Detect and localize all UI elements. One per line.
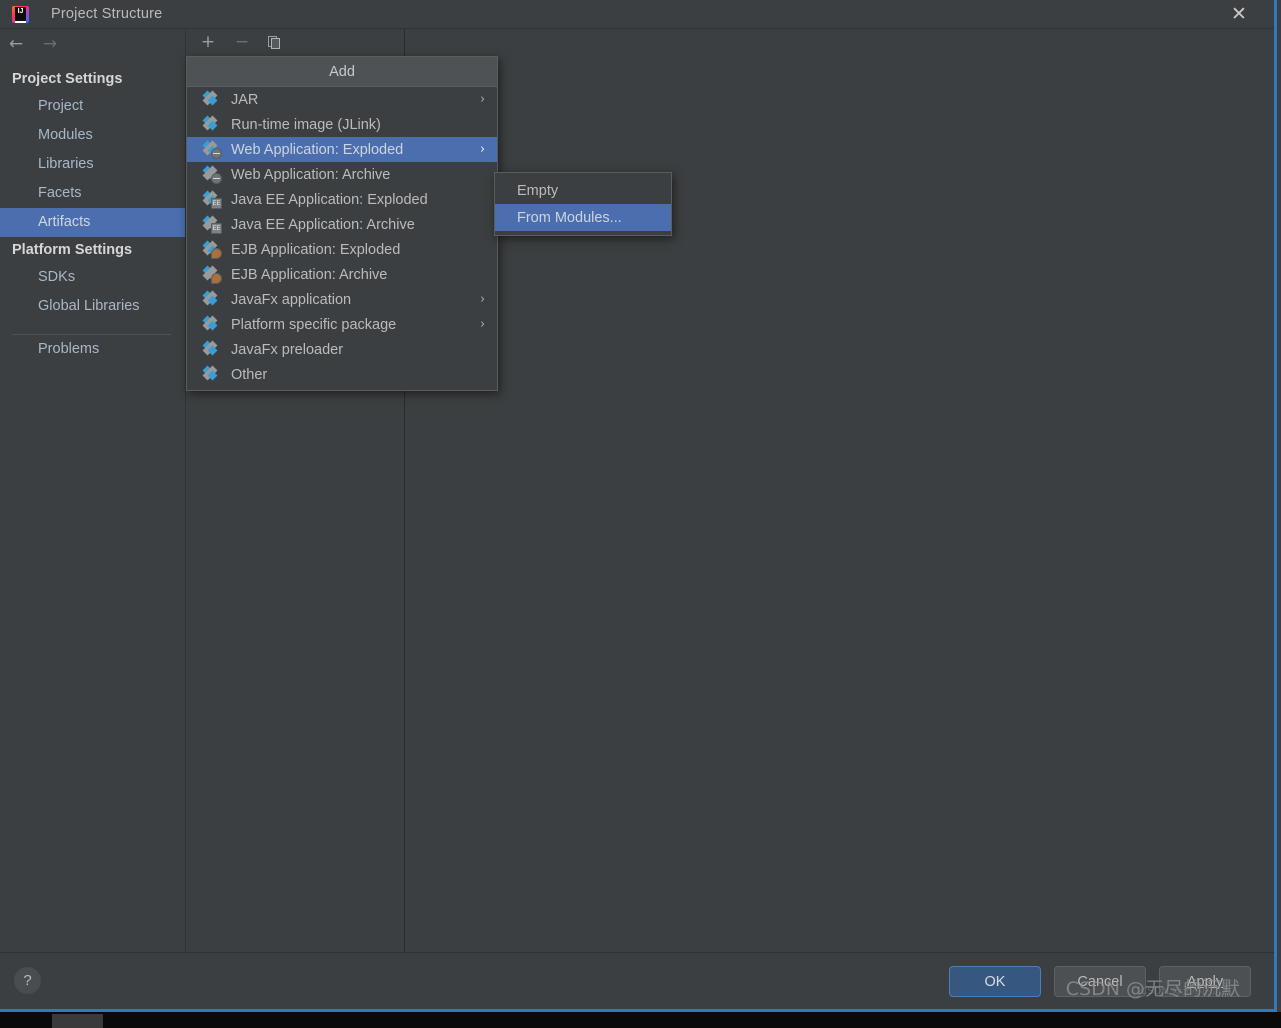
copy-artifact-icon[interactable] [268,35,281,50]
menu-item-ejb-application-archive[interactable]: EJB Application: Archive [187,262,497,287]
apply-button[interactable]: Apply [1159,966,1251,997]
remove-artifact-icon[interactable]: − [234,34,250,51]
intellij-idea-logo-icon [12,5,29,23]
help-icon[interactable]: ? [14,967,41,994]
sidebar-group-platform-settings: Platform Settings [12,242,133,258]
dialog-button-bar: OK Cancel Apply [949,966,1251,997]
sidebar-item-artifacts[interactable]: Artifacts [0,208,185,237]
menu-item-label: Web Application: Exploded [231,141,404,158]
taskbar-item[interactable] [52,1014,103,1028]
artifact-javafx-icon [202,290,220,307]
settings-tree: Project Settings Project Modules Librari… [0,58,185,364]
chevron-right-icon: › [480,292,485,307]
artifact-ejb-icon [202,240,222,259]
menu-item-label: Java EE Application: Exploded [231,191,428,208]
menu-item-javafx-preloader[interactable]: JavaFx preloader [187,337,497,362]
artifact-javaee-icon: EE [202,215,222,234]
sidebar-item-modules[interactable]: Modules [0,121,185,150]
copy-icon-front-sheet [271,37,280,49]
menu-item-java-ee-application-exploded[interactable]: EE Java EE Application: Exploded [187,187,497,212]
sidebar-item-facets[interactable]: Facets [0,179,185,208]
add-menu-header: Add [187,57,497,87]
artifact-detail-panel [405,29,1274,952]
taskbar [0,1012,1281,1028]
artifacts-toolbar: + − [186,29,404,57]
dialog-footer: ? OK Cancel Apply CSDN @无尽的沉默 CSDN @无尽的沉… [0,952,1274,1009]
menu-item-label: Platform specific package [231,316,397,333]
add-artifact-menu: Add JAR › Run-time image (JLink) Web App… [186,56,498,391]
dialog-title: Project Structure [51,6,163,22]
menu-item-java-ee-application-archive[interactable]: EE Java EE Application: Archive [187,212,497,237]
chevron-right-icon: › [480,317,485,332]
chevron-right-icon: › [480,142,485,157]
artifact-platform-icon [202,315,220,332]
apply-button-label: Apply [1186,973,1224,990]
menu-item-platform-specific-package[interactable]: Platform specific package › [187,312,497,337]
sidebar-group-project-settings: Project Settings [12,71,123,87]
artifact-web-icon [202,165,222,184]
artifact-javaee-icon: EE [202,190,222,209]
menu-item-javafx-application[interactable]: JavaFx application › [187,287,497,312]
menu-item-label: Run-time image (JLink) [231,116,381,133]
add-artifact-icon[interactable]: + [200,34,216,51]
menu-item-other[interactable]: Other [187,362,497,387]
sidebar-item-sdks[interactable]: SDKs [0,263,185,292]
settings-sidebar: ← → Project Settings Project Modules Lib… [0,29,186,952]
sidebar-item-global-libraries[interactable]: Global Libraries [0,292,185,321]
cancel-button[interactable]: Cancel [1054,966,1146,997]
back-arrow-icon[interactable]: ← [6,34,26,54]
menu-item-label: JavaFx preloader [231,341,344,358]
sidebar-item-libraries[interactable]: Libraries [0,150,185,179]
menu-item-label: Web Application: Archive [231,166,391,183]
web-application-exploded-submenu: Empty From Modules... [494,172,672,236]
submenu-item-from-modules[interactable]: From Modules... [495,204,671,231]
artifact-ejb-icon [202,265,222,284]
artifact-other-icon [202,365,220,382]
artifact-jar-icon [202,90,220,107]
ok-button[interactable]: OK [949,966,1041,997]
navigation-bar: ← → [0,29,185,58]
menu-item-ejb-application-exploded[interactable]: EJB Application: Exploded [187,237,497,262]
menu-item-label: EJB Application: Archive [231,266,388,283]
menu-item-web-application-exploded[interactable]: Web Application: Exploded › [187,137,497,162]
sidebar-item-problems[interactable]: Problems [0,335,185,364]
menu-item-web-application-archive[interactable]: Web Application: Archive [187,162,497,187]
artifact-web-icon [202,140,222,159]
menu-item-jar[interactable]: JAR › [187,87,497,112]
menu-item-runtime-image[interactable]: Run-time image (JLink) [187,112,497,137]
chevron-right-icon: › [480,92,485,107]
menu-item-label: Java EE Application: Archive [231,216,415,233]
artifact-preloader-icon [202,340,220,357]
artifact-runtime-icon [202,115,220,132]
project-structure-dialog: Project Structure ✕ ← → Project Settings… [0,0,1277,1012]
menu-item-label: JAR [231,91,259,108]
menu-item-label: Other [231,366,268,383]
menu-item-label: EJB Application: Exploded [231,241,401,258]
menu-item-label: JavaFx application [231,291,352,308]
sidebar-item-project[interactable]: Project [0,92,185,121]
close-icon[interactable]: ✕ [1224,0,1254,28]
submenu-item-empty[interactable]: Empty [495,177,671,204]
dialog-titlebar: Project Structure ✕ [0,0,1274,28]
dialog-body: ← → Project Settings Project Modules Lib… [0,28,1274,952]
forward-arrow-icon[interactable]: → [40,34,60,54]
